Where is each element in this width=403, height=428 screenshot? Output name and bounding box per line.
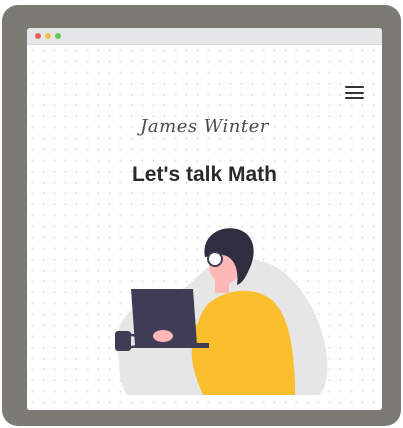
close-window-button[interactable] [35,33,41,39]
minimize-window-button[interactable] [45,33,51,39]
window-titlebar [27,28,382,45]
hand [153,330,173,342]
device-frame: James Winter Let's talk Math [2,5,401,426]
headphone [207,251,223,267]
maximize-window-button[interactable] [55,33,61,39]
page-title: Let's talk Math [131,163,278,186]
coffee-mug [115,331,131,351]
page-content: James Winter Let's talk Math [27,45,382,410]
person-laptop-illustration [115,228,328,395]
hamburger-menu-icon[interactable] [343,83,367,101]
browser-window: James Winter Let's talk Math [27,28,382,410]
laptop-base [135,343,209,348]
author-name: James Winter [140,116,269,137]
